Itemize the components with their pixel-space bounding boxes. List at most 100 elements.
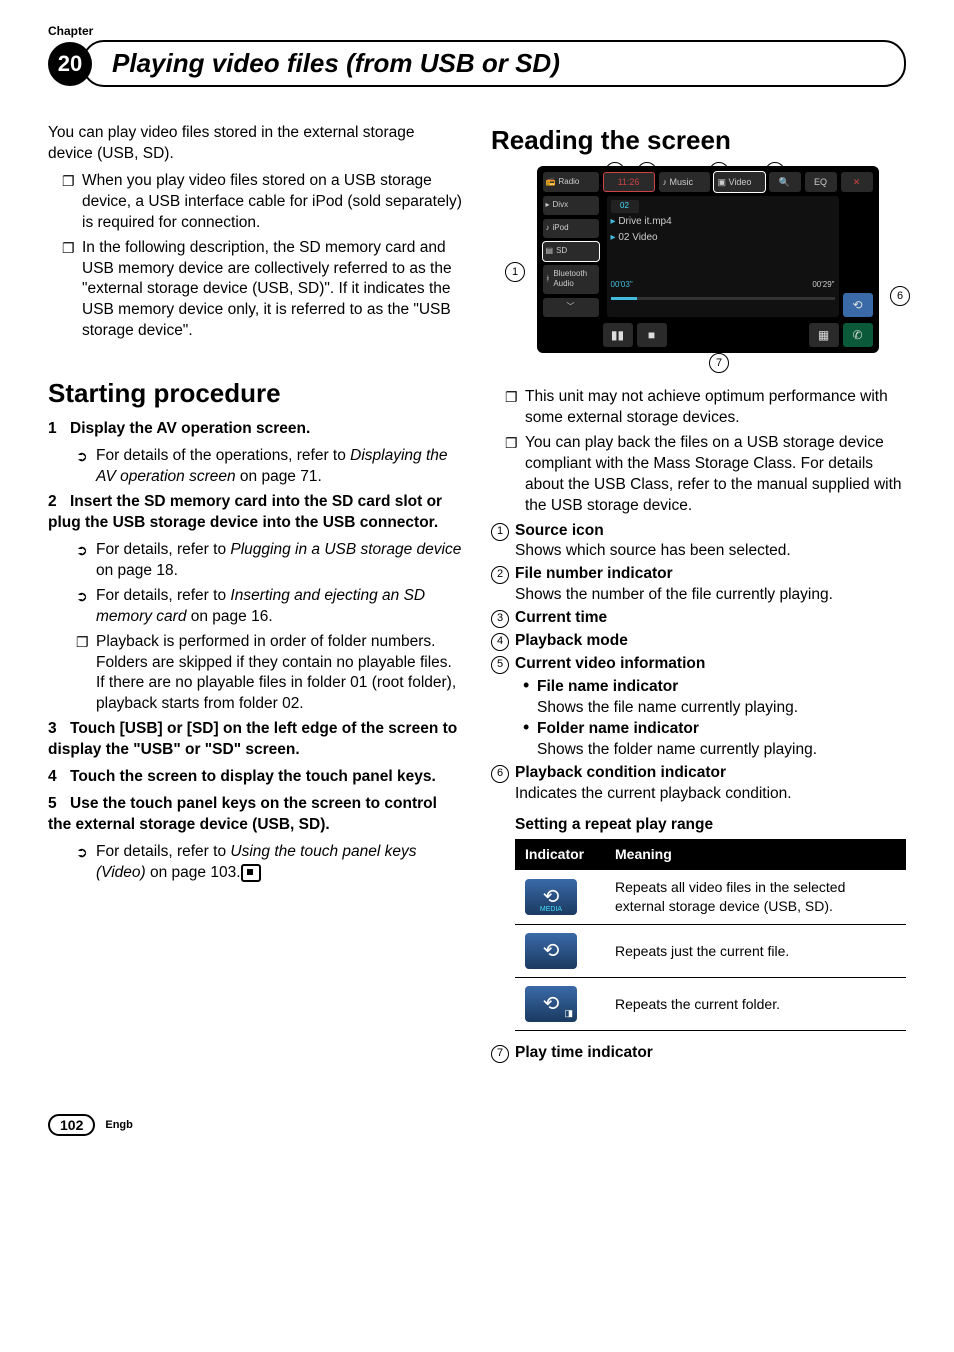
repeat-media-icon: ⟲ xyxy=(525,879,577,915)
note-1: This unit may not achieve optimum perfor… xyxy=(491,387,906,429)
file-name: Drive it.mp4 xyxy=(618,216,671,227)
folder-name: 02 Video xyxy=(618,232,657,243)
repeat-table: Indicator Meaning ⟲ Repeats all video fi… xyxy=(515,839,906,1031)
ref-post: on page 16. xyxy=(186,608,272,625)
legend-4-title: Playback mode xyxy=(515,632,628,649)
time-elapsed: 00'03" xyxy=(611,280,633,291)
right-column: Reading the screen 1 2 3 4 5 6 7 📻Radio … xyxy=(491,123,906,1066)
ref-em: Plugging in a USB storage device xyxy=(230,541,461,558)
step-5-ref: For details, refer to Using the touch pa… xyxy=(48,842,463,884)
lang-code: Engb xyxy=(105,1119,133,1131)
search-icon[interactable]: 🔍 xyxy=(769,172,801,192)
legend-2-title: File number indicator xyxy=(515,565,673,582)
intro-text: You can play video files stored in the e… xyxy=(48,123,463,165)
legend-6-title: Playback condition indicator xyxy=(515,764,726,781)
legend-5a: File name indicator Shows the file name c… xyxy=(491,677,906,719)
source-radio[interactable]: 📻Radio xyxy=(543,172,599,192)
legend-5: 5Current video information xyxy=(491,654,906,675)
content-area: 02 ▸ Drive it.mp4 ▸ 02 Video 00'03" 00'2… xyxy=(607,196,839,317)
callout-7: 7 xyxy=(709,353,729,373)
legend-7-title: Play time indicator xyxy=(515,1044,653,1061)
step-2-note: Playback is performed in order of folder… xyxy=(48,632,463,716)
ref-pre: For details of the operations, refer to xyxy=(96,447,350,464)
step-2: 2Insert the SD memory card into the SD c… xyxy=(48,492,463,534)
label: Bluetooth Audio xyxy=(553,269,595,291)
legend-5b-title: Folder name indicator xyxy=(537,720,699,737)
section-reading-screen: Reading the screen xyxy=(491,123,906,158)
th-meaning: Meaning xyxy=(605,839,906,870)
step-4-text: Touch the screen to display the touch pa… xyxy=(70,768,436,785)
ref-post: on page 71. xyxy=(236,468,322,485)
repeat-meaning-1: Repeats all video files in the selected … xyxy=(605,870,906,924)
step-1-text: Display the AV operation screen. xyxy=(70,420,310,437)
table-row: ⟲ Repeats just the current file. xyxy=(515,925,906,978)
progress-bar[interactable] xyxy=(611,297,835,300)
legend-2: 2File number indicatorShows the number o… xyxy=(491,564,906,606)
tab-video[interactable]: ▣ Video xyxy=(714,172,765,192)
legend-7: 7Play time indicator xyxy=(491,1043,906,1064)
eq-icon[interactable]: EQ xyxy=(805,172,837,192)
repeat-one-icon: ⟲ xyxy=(525,933,577,969)
ref-pre: For details, refer to xyxy=(96,843,230,860)
repeat-table-title: Setting a repeat play range xyxy=(515,815,906,836)
phone-icon[interactable]: ✆ xyxy=(843,323,873,347)
step-5: 5Use the touch panel keys on the screen … xyxy=(48,794,463,836)
step-3: 3Touch [USB] or [SD] on the left edge of… xyxy=(48,719,463,761)
callout-6: 6 xyxy=(890,286,910,306)
legend-5a-title: File name indicator xyxy=(537,678,678,695)
screen-diagram: 1 2 3 4 5 6 7 📻Radio 11:26 ♪ Music ▣ Vid… xyxy=(509,166,906,353)
legend-5b-desc: Shows the folder name currently playing. xyxy=(537,741,817,758)
source-divx[interactable]: ▸Divx xyxy=(543,196,599,215)
close-icon[interactable]: ✕ xyxy=(841,172,873,192)
label: SD xyxy=(556,246,567,257)
time-total: 00'29" xyxy=(812,280,834,291)
step-4: 4Touch the screen to display the touch p… xyxy=(48,767,463,788)
section-starting-procedure: Starting procedure xyxy=(48,376,463,411)
legend-4: 4Playback mode xyxy=(491,631,906,652)
legend-6-desc: Indicates the current playback condition… xyxy=(515,785,792,802)
ref-pre: For details, refer to xyxy=(96,587,230,604)
legend-5a-desc: Shows the file name currently playing. xyxy=(537,699,798,716)
step-1: 1Display the AV operation screen. xyxy=(48,419,463,440)
grid-icon[interactable]: ▦ xyxy=(809,323,839,347)
chapter-title: Playing video files (from USB or SD) xyxy=(82,40,906,87)
step-5-text: Use the touch panel keys on the screen t… xyxy=(48,795,437,833)
pause-button[interactable]: ▮▮ xyxy=(603,323,633,347)
label: Divx xyxy=(553,200,569,211)
th-indicator: Indicator xyxy=(515,839,605,870)
left-column: You can play video files stored in the e… xyxy=(48,123,463,1066)
step-2-ref-1: For details, refer to Plugging in a USB … xyxy=(48,540,463,582)
label: Radio xyxy=(558,177,579,188)
ref-pre: For details, refer to xyxy=(96,541,230,558)
stop-button[interactable]: ■ xyxy=(637,323,667,347)
page-footer: 102 Engb xyxy=(48,1114,906,1136)
ref-post: on page 18. xyxy=(96,562,178,579)
repeat-folder-icon: ⟲◨ xyxy=(525,986,577,1022)
step-1-ref: For details of the operations, refer to … xyxy=(48,446,463,488)
tab-music[interactable]: ♪ Music xyxy=(659,172,710,192)
source-ipod[interactable]: ♪iPod xyxy=(543,219,599,238)
page-number: 102 xyxy=(48,1114,95,1136)
legend-1: 1Source iconShows which source has been … xyxy=(491,521,906,563)
source-bluetooth[interactable]: ᚼBluetooth Audio xyxy=(543,265,599,295)
source-more-icon[interactable]: ﹀ xyxy=(543,298,599,317)
source-sd[interactable]: ▤SD xyxy=(543,242,599,261)
legend-1-desc: Shows which source has been selected. xyxy=(515,542,791,559)
legend-3-title: Current time xyxy=(515,609,607,626)
legend-6: 6Playback condition indicatorIndicates t… xyxy=(491,763,906,805)
legend-5b: Folder name indicator Shows the folder na… xyxy=(491,719,906,761)
legend-1-title: Source icon xyxy=(515,522,604,539)
screen-mock: 📻Radio 11:26 ♪ Music ▣ Video 🔍 EQ ✕ ▸Div… xyxy=(537,166,879,353)
note-2: You can play back the files on a USB sto… xyxy=(491,433,906,517)
ref-post: on page 103. xyxy=(146,864,241,881)
file-number: 02 xyxy=(611,200,639,213)
clock: 11:26 xyxy=(603,172,655,192)
repeat-meaning-2: Repeats just the current file. xyxy=(605,925,906,978)
step-2-ref-2: For details, refer to Inserting and ejec… xyxy=(48,586,463,628)
callout-1: 1 xyxy=(505,262,525,282)
repeat-icon[interactable]: ⟲ xyxy=(843,293,873,317)
legend-2-desc: Shows the number of the file currently p… xyxy=(515,586,833,603)
intro-bullet-2: In the following description, the SD mem… xyxy=(48,238,463,343)
table-row: ⟲◨ Repeats the current folder. xyxy=(515,978,906,1031)
label: iPod xyxy=(553,223,569,234)
